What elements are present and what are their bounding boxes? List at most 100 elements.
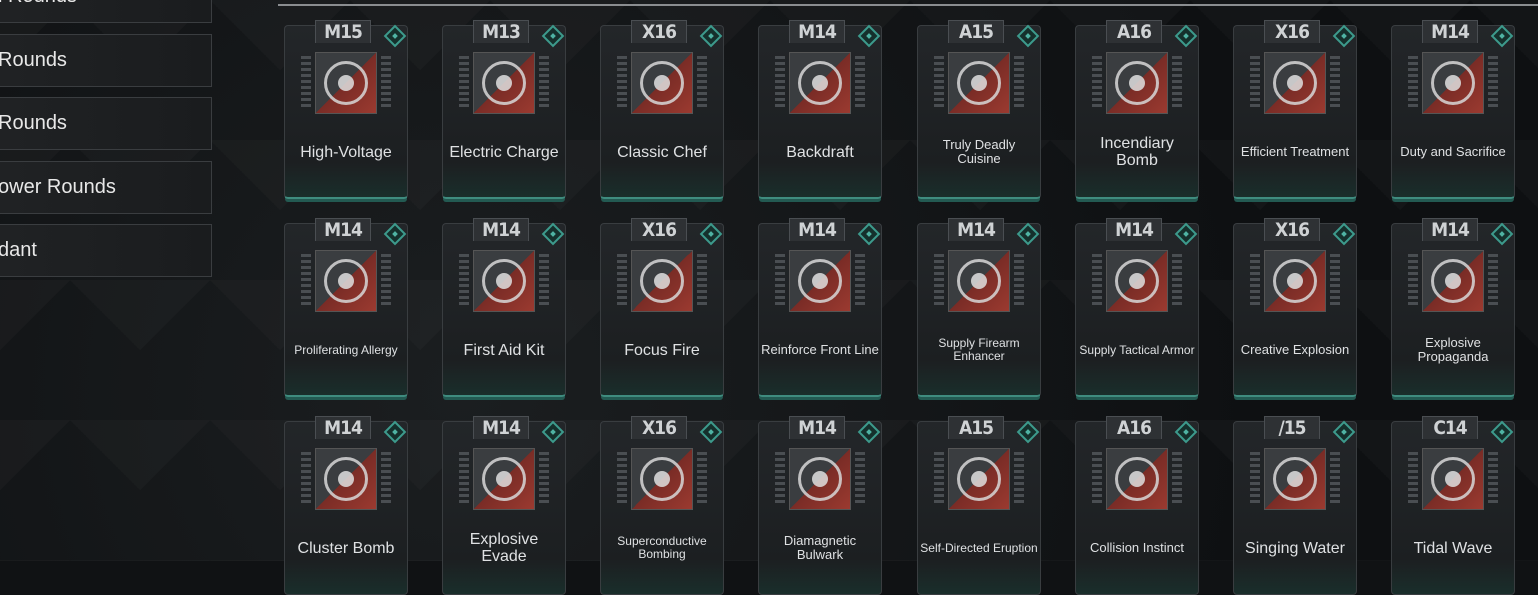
tier-label: /15 (1264, 416, 1320, 439)
rarity-diamond-icon (857, 24, 881, 48)
tier-label: X16 (631, 20, 687, 43)
explosion-figure-icon (1264, 250, 1326, 312)
stripe-decoration (539, 254, 549, 306)
module-name: High-Voltage (300, 143, 392, 161)
tier-label: M14 (948, 218, 1004, 241)
stripe-decoration (1408, 56, 1418, 108)
tier-label: X16 (1264, 218, 1320, 241)
target-burst-icon (1422, 250, 1484, 312)
stripe-decoration (697, 452, 707, 504)
module-card[interactable]: M14 Proliferating Allergy (284, 218, 408, 397)
sidebar-item-4[interactable]: ower Rounds (0, 161, 212, 214)
module-name: Creative Explosion (1240, 342, 1350, 357)
dome-icon (1422, 52, 1484, 114)
module-card[interactable]: M14 Backdraft (758, 20, 882, 199)
stripe-decoration (1172, 452, 1182, 504)
tier-label: M14 (789, 20, 845, 43)
cluster-orbs-icon (315, 250, 377, 312)
stripe-decoration (301, 56, 311, 108)
stripe-decoration (1092, 254, 1102, 306)
icon-glyph (798, 457, 842, 501)
stripe-decoration (775, 56, 785, 108)
rarity-diamond-icon (699, 420, 723, 444)
rarity-diamond-icon (383, 222, 407, 246)
stripe-decoration (934, 56, 944, 108)
stripe-decoration (775, 254, 785, 306)
icon-glyph (798, 61, 842, 105)
sidebar-item-label: Rounds (0, 49, 67, 71)
module-card[interactable]: M14 Duty and Sacrifice (1391, 20, 1515, 199)
module-name: Supply Tactical Armor (1079, 342, 1195, 357)
module-name: Electric Charge (449, 143, 559, 161)
tier-label: X16 (1264, 20, 1320, 43)
module-card[interactable]: X16 Creative Explosion (1233, 218, 1357, 397)
module-name: Explosive Evade (469, 531, 539, 565)
spiked-gear-icon (948, 52, 1010, 114)
sidebar-item-5[interactable]: dant (0, 224, 212, 277)
module-card[interactable]: M15 High-Voltage (284, 20, 408, 199)
icon-glyph (1431, 61, 1475, 105)
module-name: Superconductive Bombing (617, 534, 707, 561)
tier-label: A16 (1106, 416, 1162, 439)
module-name: Collision Instinct (1090, 540, 1184, 555)
module-card[interactable]: X16 Efficient Treatment (1233, 20, 1357, 199)
stripe-decoration (617, 452, 627, 504)
stripe-decoration (617, 56, 627, 108)
module-name: Diamagnetic Bulwark (783, 533, 857, 562)
module-card[interactable]: M13 Electric Charge (442, 20, 566, 199)
running-shield-icon (1106, 448, 1168, 510)
tier-label: A15 (948, 20, 1004, 43)
tier-label: M13 (473, 20, 529, 43)
module-card[interactable]: M14 Explosive Propaganda (1391, 218, 1515, 397)
module-card[interactable]: X16 Superconductive Bombing (600, 416, 724, 595)
module-card[interactable]: M14 Supply Firearm Enhancer (917, 218, 1041, 397)
tier-label: M14 (473, 218, 529, 241)
module-card[interactable]: C14 Tidal Wave (1391, 416, 1515, 595)
module-card[interactable]: A16 Collision Instinct (1075, 416, 1199, 595)
module-card[interactable]: A15 Truly Deadly Cuisine (917, 20, 1041, 199)
module-name: Duty and Sacrifice (1400, 144, 1506, 159)
module-name: Tidal Wave (1413, 539, 1493, 557)
stripe-decoration (459, 56, 469, 108)
module-card[interactable]: X16 Focus Fire (600, 218, 724, 397)
icon-glyph (957, 259, 1001, 303)
stripe-decoration (617, 254, 627, 306)
armor-canister-icon (1106, 250, 1168, 312)
module-name: Incendiary Bomb (1100, 135, 1174, 169)
module-card[interactable]: M14 Diamagnetic Bulwark (758, 416, 882, 595)
module-card[interactable]: M14 Explosive Evade (442, 416, 566, 595)
stripe-decoration (1330, 254, 1340, 306)
module-card[interactable]: X16 Classic Chef (600, 20, 724, 199)
tier-label: X16 (631, 416, 687, 439)
icon-glyph (957, 457, 1001, 501)
rarity-diamond-icon (1332, 420, 1356, 444)
icon-glyph (640, 61, 684, 105)
sidebar-item-2[interactable]: Rounds (0, 34, 212, 87)
module-card[interactable]: M14 First Aid Kit (442, 218, 566, 397)
rarity-diamond-icon (541, 24, 565, 48)
stripe-decoration (697, 56, 707, 108)
module-name: Explosive Propaganda (1417, 335, 1489, 364)
flame-icon (1106, 52, 1168, 114)
stripe-decoration (381, 452, 391, 504)
module-name: Backdraft (786, 143, 854, 161)
sidebar-item-label: dant (0, 239, 37, 261)
module-name: Cluster Bomb (297, 539, 395, 557)
rarity-diamond-icon (699, 24, 723, 48)
icon-glyph (482, 259, 526, 303)
module-card[interactable]: A15 Self-Directed Eruption (917, 416, 1041, 595)
rarity-diamond-icon (1174, 222, 1198, 246)
rifle-drone-icon (789, 250, 851, 312)
module-card[interactable]: M14 Supply Tactical Armor (1075, 218, 1199, 397)
sidebar-item-3[interactable]: Rounds (0, 97, 212, 150)
stripe-decoration (1488, 452, 1498, 504)
tier-label: A16 (1106, 20, 1162, 43)
module-card[interactable]: /15 Singing Water (1233, 416, 1357, 595)
tier-label: M14 (1422, 20, 1478, 43)
module-card[interactable]: M14 Reinforce Front Line (758, 218, 882, 397)
module-card[interactable]: A16 Incendiary Bomb (1075, 20, 1199, 199)
sidebar-item-label: l Rounds (0, 0, 77, 8)
stripe-decoration (1330, 56, 1340, 108)
module-card[interactable]: M14 Cluster Bomb (284, 416, 408, 595)
sidebar-item-1[interactable]: l Rounds (0, 0, 212, 23)
